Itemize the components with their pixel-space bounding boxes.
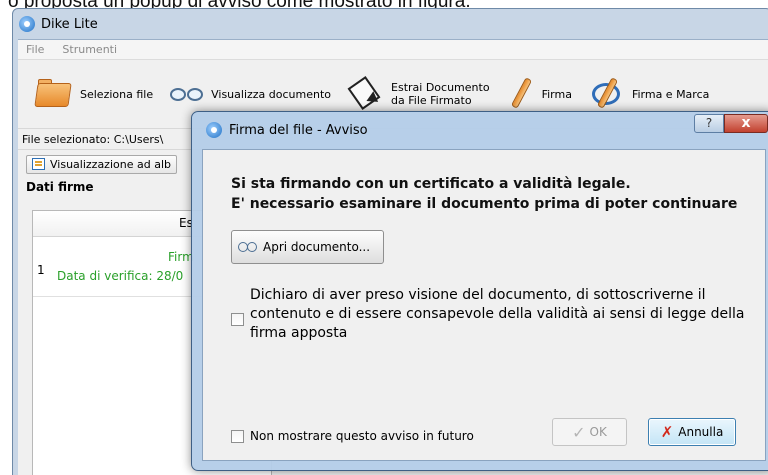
extract-label-line2: da File Firmato <box>391 94 472 107</box>
row-number: 1 <box>37 263 45 277</box>
open-document-label: Apri documento... <box>263 240 371 254</box>
no-show-option: Non mostrare questo avviso in futuro <box>231 429 474 443</box>
sign-and-timestamp-label: Firma e Marca <box>631 87 710 101</box>
sign-and-timestamp-button[interactable]: Firma e Marca <box>588 77 709 111</box>
sign-label: Firma <box>541 87 572 101</box>
row-status: Firm <box>168 250 194 264</box>
pen-icon <box>506 77 536 111</box>
caption-buttons: ? x <box>694 114 768 133</box>
select-file-label: Seleziona file <box>80 87 154 101</box>
menu-strumenti[interactable]: Strumenti <box>62 43 117 56</box>
window-titlebar: Dike Lite <box>19 13 98 35</box>
view-document-label: Visualizza documento <box>211 87 332 101</box>
ok-button[interactable]: ✓ OK <box>552 418 627 446</box>
checkmark-icon: ✓ <box>572 422 586 442</box>
cancel-button[interactable]: ✗ Annulla <box>648 418 736 446</box>
glasses-icon <box>169 79 205 109</box>
select-file-button[interactable]: Seleziona file <box>34 77 153 111</box>
close-button[interactable]: x <box>724 114 768 133</box>
menu-file[interactable]: File <box>26 43 44 56</box>
menu-bar: File Strumenti <box>18 40 768 60</box>
warning-line-1: Si sta firmando con un certificato a val… <box>231 176 631 192</box>
glasses-icon <box>238 240 258 254</box>
sign-button[interactable]: Firma <box>506 77 572 111</box>
ok-label: OK <box>589 425 607 439</box>
extract-document-icon <box>347 76 385 111</box>
folder-icon <box>34 77 74 111</box>
extract-label-line1: Estrai Documento <box>391 81 490 94</box>
dialog-body: Si sta firmando con un certificato a val… <box>202 149 766 461</box>
cancel-label: Annulla <box>678 425 724 439</box>
warning-dialog: Firma del file - Avviso ? x Si sta firma… <box>191 111 768 471</box>
dike-app-icon <box>19 16 35 32</box>
no-show-checkbox[interactable] <box>231 429 244 443</box>
row-verify-date: Data di verifica: 28/0 <box>57 269 184 283</box>
selected-file-text: File selezionato: C:\Users\ <box>22 132 164 146</box>
warning-message: Si sta firmando con un certificato a val… <box>231 174 737 214</box>
dialog-title: Firma del file - Avviso <box>229 122 368 138</box>
no-show-label: Non mostrare questo avviso in futuro <box>250 429 474 443</box>
red-x-icon: ✗ <box>660 423 674 441</box>
tree-view-icon <box>32 158 45 170</box>
warning-line-2: E' necessario esaminare il documento pri… <box>231 196 738 212</box>
dike-app-icon <box>206 122 222 138</box>
tree-view-button[interactable]: Visualizzazione ad alb <box>26 154 177 174</box>
tree-view-label: Visualizzazione ad alb <box>50 157 171 171</box>
dialog-titlebar: Firma del file - Avviso <box>206 122 368 138</box>
extract-document-label: Estrai Documento da File Firmato <box>391 81 490 107</box>
pen-timestamp-icon <box>588 77 626 111</box>
view-document-button[interactable]: Visualizza documento <box>169 79 331 109</box>
help-button[interactable]: ? <box>694 114 724 133</box>
open-document-button[interactable]: Apri documento... <box>231 230 384 264</box>
extract-document-button[interactable]: Estrai Documento da File Firmato <box>347 76 490 111</box>
signatures-section-title: Dati firme <box>26 180 94 194</box>
window-title: Dike Lite <box>41 16 98 32</box>
declaration-checkbox[interactable] <box>231 313 244 326</box>
declaration-text: Dichiaro di aver preso visione del docum… <box>250 287 745 341</box>
